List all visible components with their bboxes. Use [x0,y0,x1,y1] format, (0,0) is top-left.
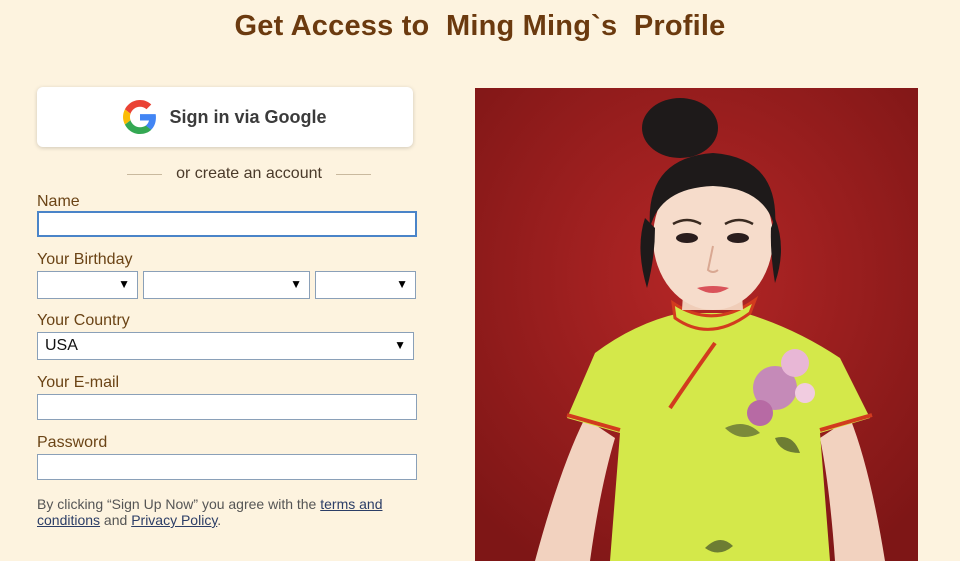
name-input[interactable] [37,211,417,237]
birthday-label: Your Birthday [37,251,133,268]
legal-middle: and [100,512,132,528]
privacy-policy-link[interactable]: Privacy Policy [131,512,217,528]
birthday-month-select[interactable]: ▼ [37,271,138,299]
chevron-down-icon: ▼ [118,277,130,291]
profile-photo-illustration [475,88,918,561]
google-signin-button[interactable]: Sign in via Google [37,87,413,147]
profile-photo [475,88,918,561]
divider-line-right [335,173,371,175]
country-value: USA [45,337,78,354]
legal-prefix: By clicking “Sign Up Now” you agree with… [37,496,321,512]
country-label: Your Country [37,312,130,329]
page-title: Get Access to Ming Ming`s Profile [234,10,726,42]
legal-suffix: . [217,512,222,528]
google-signin-label: Sign in via Google [169,106,327,127]
divider-text: or create an account [176,165,322,182]
email-input[interactable] [37,394,417,420]
email-label: Your E-mail [37,374,120,391]
birthday-day-select[interactable]: ▼ [143,271,310,299]
birthday-selects: ▼ ▼ ▼ [37,271,417,299]
chevron-down-icon: ▼ [394,338,406,352]
birthday-year-select[interactable]: ▼ [315,271,416,299]
divider-line-left [127,173,163,175]
divider: or create an account [37,165,461,183]
legal-text: By clicking “Sign Up Now” you agree with… [37,496,417,528]
password-input[interactable] [37,454,417,480]
signup-panel: Sign in via Google or create an account … [37,87,417,528]
chevron-down-icon: ▼ [396,277,408,291]
country-select[interactable]: USA ▼ [37,332,414,360]
chevron-down-icon: ▼ [290,277,302,291]
google-g-icon [123,100,157,134]
password-label: Password [37,434,108,451]
name-label: Name [37,193,80,210]
